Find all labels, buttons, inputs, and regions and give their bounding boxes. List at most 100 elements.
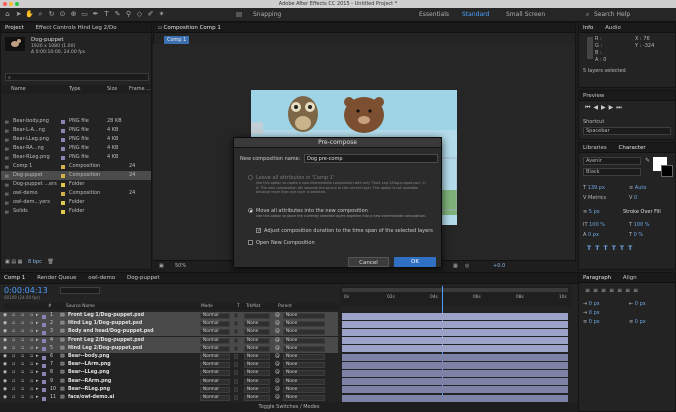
audio-icon[interactable]: ▫ [12,361,15,369]
puppet-pin-tool-icon[interactable]: ✶ [157,10,166,19]
eraser-tool-icon[interactable]: ◇ [135,10,144,19]
tab-project[interactable]: Project [5,23,24,32]
solo-icon[interactable]: ▫ [21,386,24,394]
expand-icon[interactable]: ▸ [36,378,38,386]
magnification-icon[interactable]: ▣ [159,261,164,271]
eye-icon[interactable]: ◉ [3,361,7,369]
expand-icon[interactable]: ▸ [36,312,38,320]
layer-mode-select[interactable]: Normal [200,345,230,352]
lock-icon[interactable]: ▫ [30,337,33,345]
layer-trkmat-select[interactable]: None [244,378,270,385]
composition-name-input[interactable]: Dog pre-comp [304,154,438,163]
leading-value[interactable]: Auto [635,185,647,191]
layer-trkmat-select[interactable]: None [244,395,270,401]
eye-icon[interactable]: ◉ [3,320,7,328]
tab-composition-comp1[interactable]: Composition Comp 1 [163,23,220,32]
new-composition-icon[interactable]: ▦ [18,259,23,265]
eye-icon[interactable]: ◉ [3,369,7,377]
layer-source-name[interactable]: Front Leg 1/Dog-puppet.psd [68,312,144,320]
tab-align[interactable]: Align [623,273,637,282]
project-item[interactable]: ▤ Comp 1 Composition 24 [1,162,151,171]
layer-label-color[interactable] [42,388,46,393]
solo-icon[interactable]: ▫ [21,369,24,377]
layer-label-color[interactable] [42,322,46,327]
audio-icon[interactable]: ▫ [12,312,15,320]
label-color[interactable] [61,119,65,124]
eye-icon[interactable]: ◉ [3,386,7,394]
time-ruler[interactable]: 0s 02s 04s 06s 08s 10s [340,286,572,306]
preserve-transparency-checkbox[interactable] [234,313,238,318]
pickwhip-icon[interactable]: @ [275,328,280,336]
close-window-button[interactable] [3,2,7,6]
solo-icon[interactable]: ▫ [21,378,24,386]
layer-duration-bar[interactable] [342,361,568,369]
open-new-composition-checkbox[interactable] [248,240,253,245]
eye-icon[interactable]: ◉ [3,394,7,402]
layer-parent-select[interactable]: None [283,362,325,369]
adjust-duration-checkbox[interactable]: ✓ [256,228,261,234]
project-search-input[interactable]: ⌕ [5,73,149,81]
layer-mode-select[interactable]: Normal [200,329,230,336]
current-timecode[interactable]: 0:00:04:13 [4,286,48,295]
audio-icon[interactable]: ▫ [12,345,15,353]
snapping-checkbox[interactable] [236,12,242,17]
layer-mode-select[interactable]: Normal [200,321,230,328]
layer-trkmat-select[interactable]: None [244,362,270,369]
workspace-small-screen[interactable]: Small Screen [506,11,545,18]
comp-breadcrumb[interactable]: Comp 1 [164,36,190,44]
camera-icon[interactable]: ◎ [465,261,469,271]
solo-icon[interactable]: ▫ [21,361,24,369]
pen-tool-icon[interactable]: ✒ [91,10,100,19]
rectangle-tool-icon[interactable]: ▭ [80,10,89,19]
audio-icon[interactable]: ▫ [12,386,15,394]
stroke-color-swatch[interactable] [661,165,673,177]
preserve-transparency-checkbox[interactable] [234,386,238,392]
layer-row[interactable]: ◉ ▫ ▫ ▫ ▸ 3 ▤ Body and head/Dog-puppet.psd Norma… [0,328,338,337]
layer-row[interactable]: ◉ ▫ ▫ ▫ ▸ 2 ▤ Hind Leg 1/Dog-puppet.psd Normal No… [0,320,338,329]
search-icon[interactable]: ⌕ [586,11,589,19]
eye-icon[interactable]: ◉ [3,328,7,336]
lock-icon[interactable]: ▫ [30,345,33,353]
layer-trkmat-select[interactable]: None [244,329,270,336]
preserve-transparency-checkbox[interactable] [234,321,238,327]
preserve-transparency-checkbox[interactable] [234,362,238,368]
lock-icon[interactable]: ▫ [30,312,33,320]
solo-icon[interactable]: ▫ [21,312,24,320]
column-frame[interactable]: Frame ... [129,85,151,94]
layer-trkmat-select[interactable]: None [244,386,270,393]
trash-icon[interactable]: 🗑 [47,259,53,265]
pickwhip-icon[interactable]: @ [275,378,280,386]
solo-icon[interactable]: ▫ [21,345,24,353]
layer-trkmat-select[interactable]: None [244,354,270,360]
layer-parent-select[interactable]: None [283,313,325,319]
layer-mode-select[interactable]: Normal [200,395,230,401]
layer-mode-select[interactable]: Normal [200,337,230,344]
audio-icon[interactable]: ▫ [12,337,15,345]
expand-icon[interactable]: ▸ [36,345,38,353]
layer-duration-bar[interactable] [342,353,568,361]
column-trkmat[interactable]: TrkMat [246,303,260,310]
indent-left-value[interactable]: 0 px [589,301,600,307]
stroke-width-value[interactable]: 5 px [589,209,600,215]
layer-label-color[interactable] [42,380,46,385]
camera-tool-icon[interactable]: ⊙ [58,10,67,19]
baseline-shift-value[interactable]: 0 px [588,232,599,238]
layer-trkmat-select[interactable]: None [244,321,270,328]
play-icon[interactable]: ▶ [601,104,609,111]
layer-duration-bar[interactable] [342,386,568,394]
layer-label-color[interactable] [42,330,46,335]
tab-libraries[interactable]: Libraries [583,143,607,152]
move-attributes-radio[interactable] [248,208,253,213]
bpc-button[interactable]: 8 bpc [28,259,42,265]
tab-render-queue[interactable]: Render Queue [37,273,76,283]
label-color[interactable] [61,128,65,133]
lock-icon[interactable]: ▫ [158,25,162,31]
pickwhip-icon[interactable]: @ [275,394,280,402]
layer-mode-select[interactable]: Normal [200,378,230,385]
expand-icon[interactable]: ▸ [36,353,38,361]
expand-icon[interactable]: ▸ [36,320,38,328]
layer-source-name[interactable]: Bear--LArm.png [68,361,111,369]
shortcut-select[interactable]: Spacebar [583,127,671,135]
eye-icon[interactable]: ◉ [3,378,7,386]
layer-row[interactable]: ◉ ▫ ▫ ▫ ▸ 8 ▤ Bear--LLeg.png Normal None @ None [0,369,338,377]
